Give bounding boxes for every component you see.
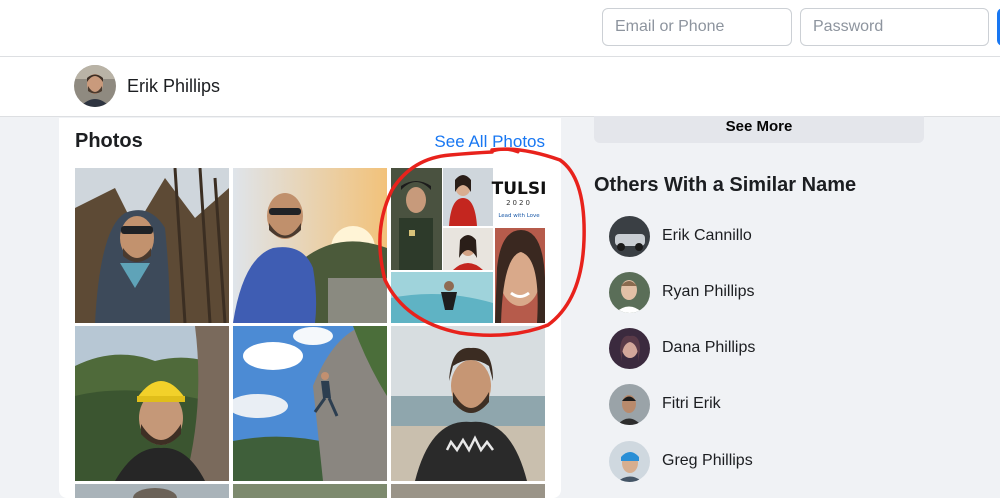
similar-person-item[interactable]: Ryan Phillips: [609, 272, 929, 314]
avatar[interactable]: [609, 272, 650, 313]
top-bar: [0, 0, 1000, 57]
email-field[interactable]: [602, 8, 792, 46]
photo-collage-thumbnail[interactable]: TULSI 2020 Lead with Love: [391, 168, 545, 323]
photo-thumbnail[interactable]: [391, 484, 545, 498]
see-more-button[interactable]: See More: [594, 116, 924, 143]
person-name[interactable]: Dana Phillips: [662, 339, 755, 357]
profile-name[interactable]: Erik Phillips: [127, 76, 220, 97]
person-name[interactable]: Fitri Erik: [662, 395, 721, 413]
photo-thumbnail[interactable]: [233, 168, 387, 323]
person-name[interactable]: Ryan Phillips: [662, 283, 754, 301]
photo-thumbnail[interactable]: [391, 326, 545, 481]
photo-thumbnail[interactable]: [75, 168, 229, 323]
photo-thumbnail[interactable]: [233, 484, 387, 498]
similar-names-heading: Others With a Similar Name: [594, 174, 857, 196]
photo-thumbnail[interactable]: [75, 484, 229, 498]
profile-header: Erik Phillips: [0, 57, 1000, 117]
avatar[interactable]: [609, 216, 650, 257]
photos-card: Photos See All Photos TULSI 2020 Lead wi…: [59, 118, 561, 498]
similar-person-item[interactable]: Dana Phillips: [609, 328, 929, 370]
collage-year-text: 2020: [506, 199, 532, 207]
photo-thumbnail[interactable]: [233, 326, 387, 481]
avatar[interactable]: [609, 328, 650, 369]
see-all-photos-link[interactable]: See All Photos: [434, 132, 545, 152]
person-name[interactable]: Greg Phillips: [662, 452, 753, 470]
avatar[interactable]: [609, 384, 650, 425]
similar-person-item[interactable]: Greg Phillips: [609, 441, 929, 483]
photos-heading: Photos: [75, 130, 143, 152]
similar-person-item[interactable]: Fitri Erik: [609, 384, 929, 426]
avatar[interactable]: [609, 441, 650, 482]
password-field[interactable]: [800, 8, 989, 46]
collage-brand-text: TULSI: [492, 179, 545, 199]
avatar[interactable]: [74, 65, 116, 107]
person-name[interactable]: Erik Cannillo: [662, 227, 752, 245]
similar-person-item[interactable]: Erik Cannillo: [609, 216, 929, 258]
photo-thumbnail[interactable]: [75, 326, 229, 481]
collage-tagline-text: Lead with Love: [498, 213, 540, 219]
